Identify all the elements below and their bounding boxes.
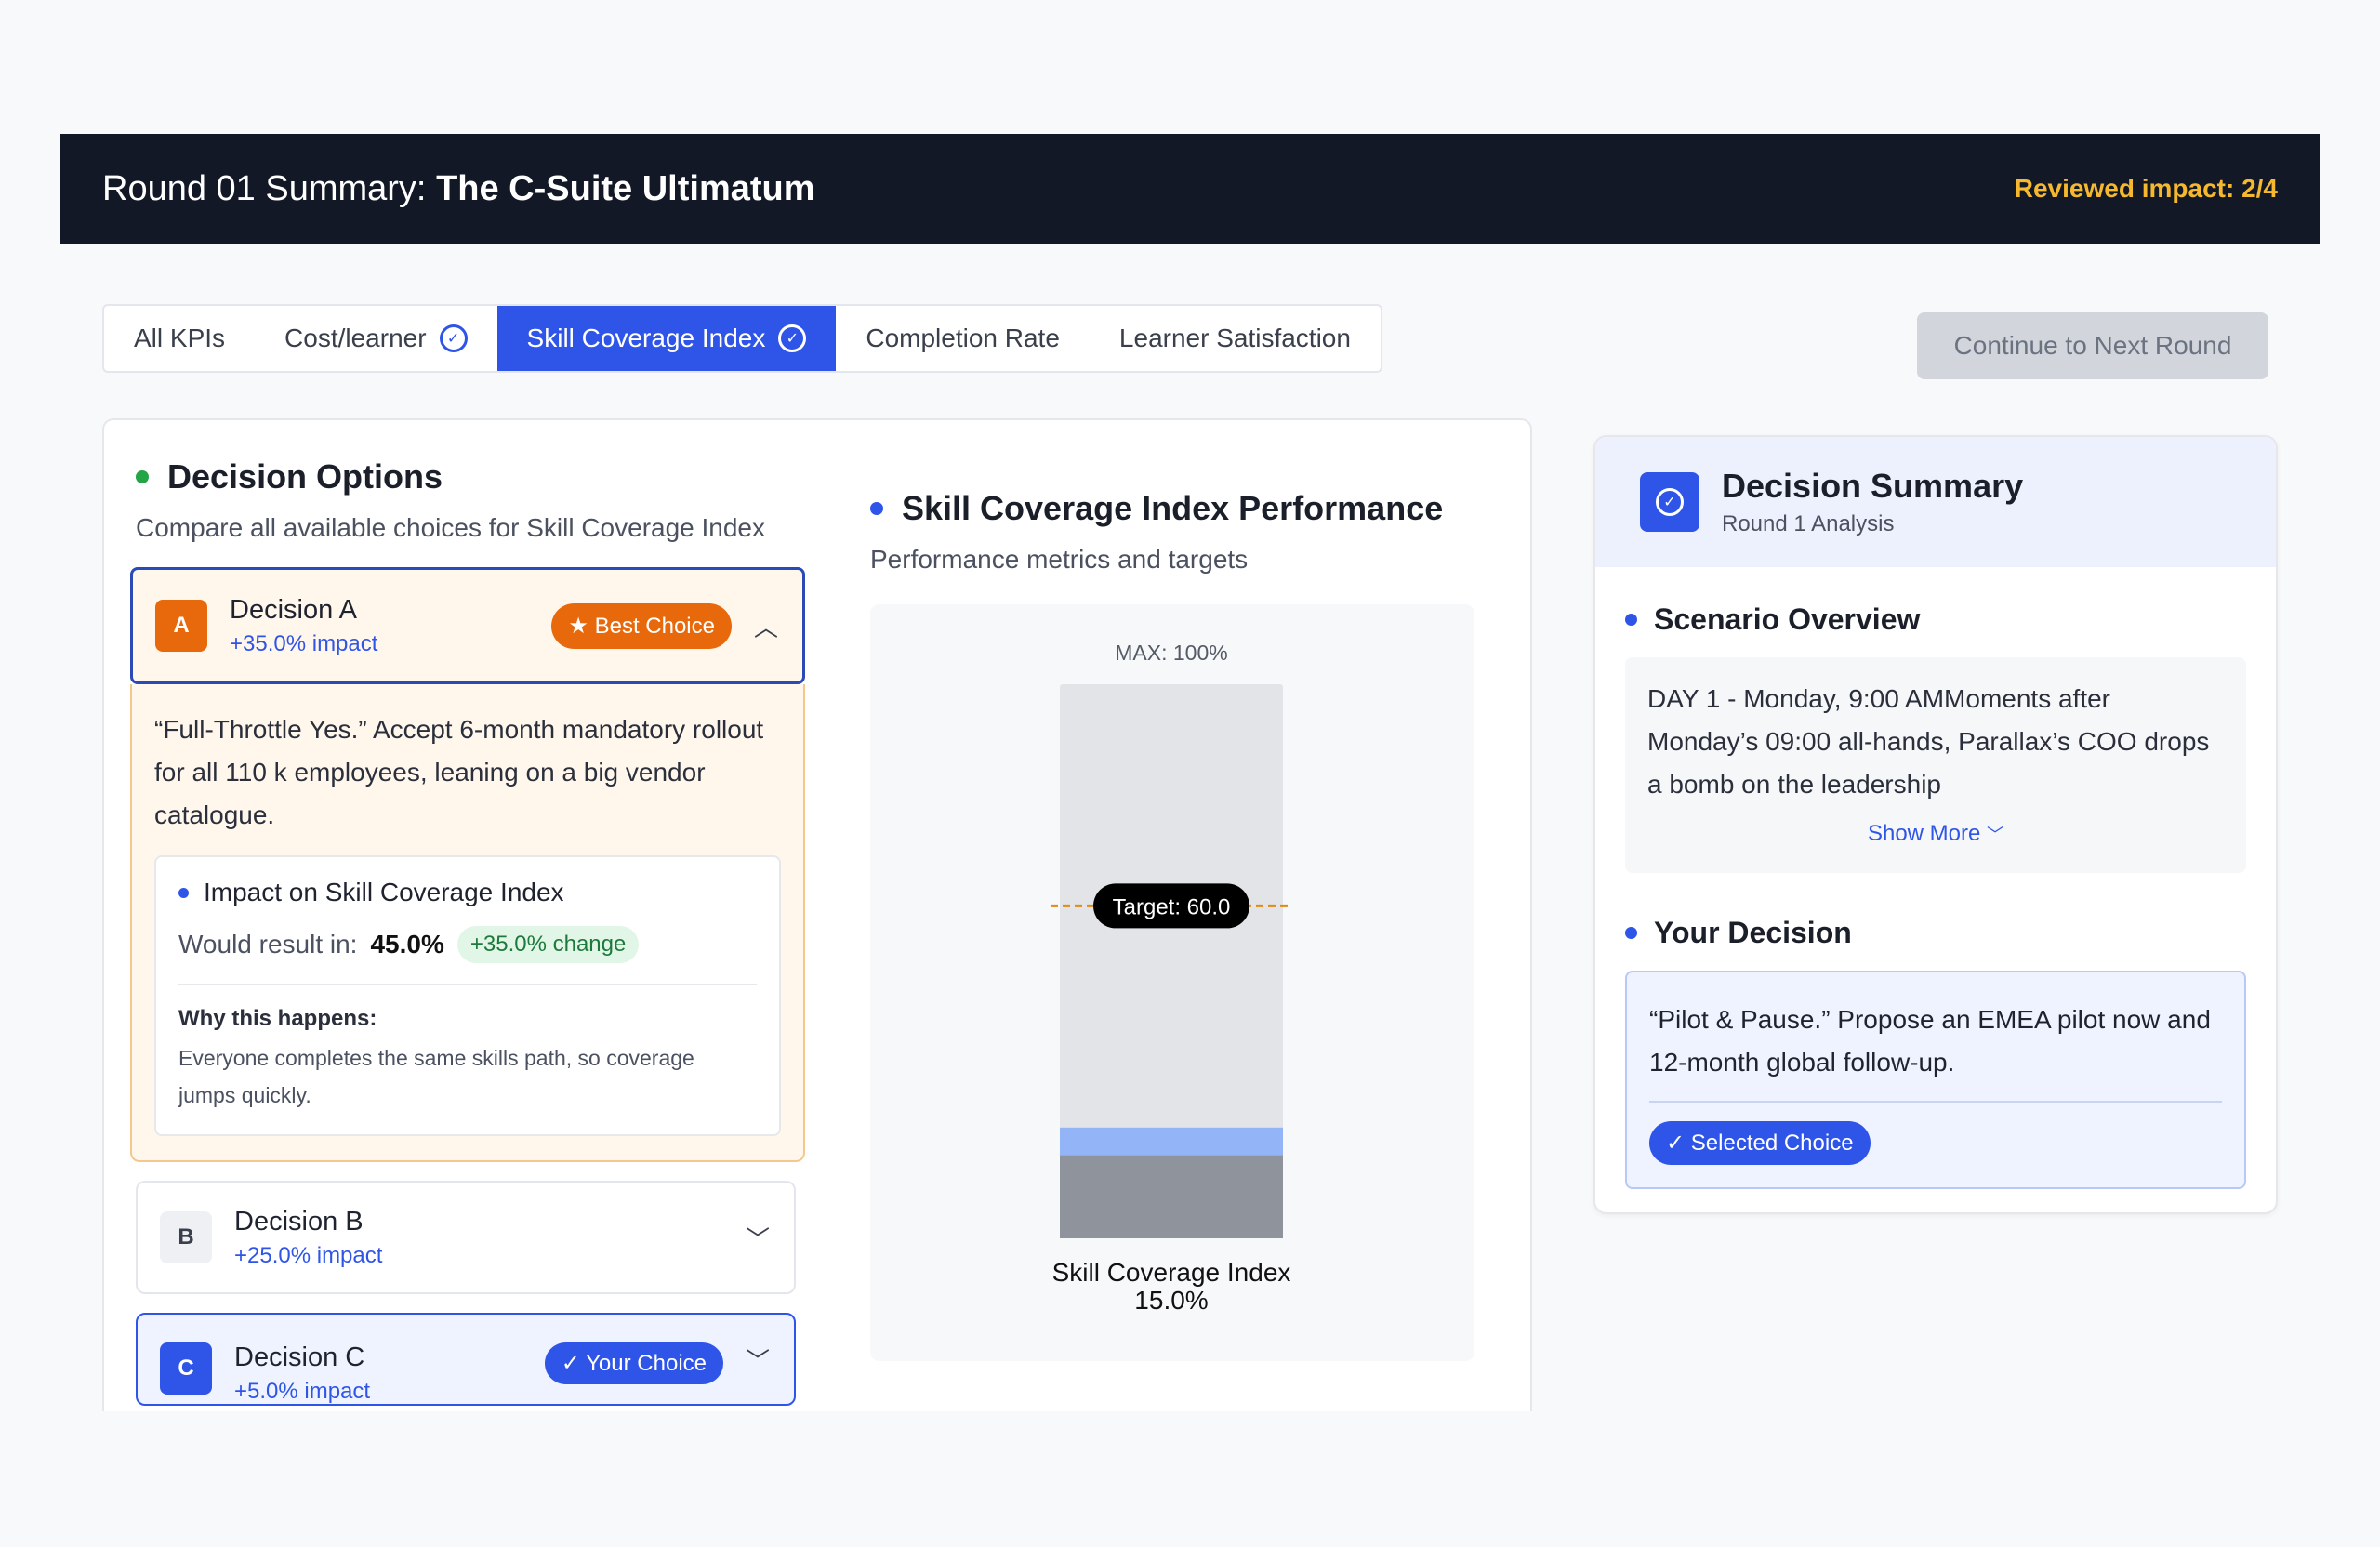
viewport-bottom-background	[0, 1411, 2380, 1547]
tab-completion-rate[interactable]: Completion Rate	[836, 306, 1090, 371]
decision-impact: +35.0% impact	[230, 630, 378, 656]
continue-next-round-button[interactable]: Continue to Next Round	[1917, 312, 2268, 379]
tab-label: Learner Satisfaction	[1118, 324, 1351, 352]
impact-heading: Impact on Skill Coverage Index	[178, 878, 757, 907]
scenario-overview-heading: Scenario Overview	[1625, 602, 2246, 637]
decision-options-column: Decision Options Compare all available c…	[130, 457, 805, 1406]
value-label: 15.0%	[1134, 1286, 1208, 1315]
chevron-down-icon[interactable]: ﹀	[744, 1342, 772, 1377]
chart-area: MAX: 100% Target: 60.0 Skill Coverage Inde…	[870, 604, 1474, 1361]
show-more-link[interactable]: Show More ﹀	[1647, 821, 2224, 847]
your-decision-box: “Pilot & Pause.” Propose an EMEA pilot n…	[1625, 971, 2246, 1189]
chart-heading: Skill Coverage Index Performance	[870, 489, 1502, 528]
would-result-value: 45.0%	[370, 930, 444, 959]
decision-name: Decision A	[230, 594, 358, 625]
bullet-dot-icon	[870, 502, 883, 515]
projected-bar-segment	[1060, 1127, 1283, 1156]
show-more-label: Show More	[1867, 821, 1981, 846]
tab-learner-satisfaction[interactable]: Learner Satisfaction	[1090, 306, 1381, 371]
title-round-name: The C-Suite Ultimatum	[436, 168, 815, 208]
decision-description: “Full-Throttle Yes.” Accept 6-month mand…	[154, 715, 764, 829]
tab-label: Cost/learner	[284, 324, 427, 352]
tab-cost-learner[interactable]: Cost/learner ✓	[255, 306, 497, 371]
decision-card-a[interactable]: A Decision A +35.0% impact ★ Best Choice…	[130, 567, 805, 684]
chevron-up-icon[interactable]: ︿	[752, 609, 780, 643]
divider	[1649, 1101, 2222, 1103]
check-circle-icon: ✓	[439, 324, 468, 352]
section-title: Decision Options	[167, 457, 443, 496]
selected-choice-badge: ✓ Selected Choice	[1649, 1121, 1871, 1165]
best-choice-badge: ★ Best Choice	[551, 602, 732, 649]
bullet-dot-icon	[1625, 614, 1637, 626]
target-label: Target: 60.0	[1113, 894, 1231, 919]
scenario-box: DAY 1 - Monday, 9:00 AMMoments after Mon…	[1625, 657, 2246, 873]
decision-letter-badge: A	[155, 600, 207, 652]
why-title: Why this happens:	[178, 1006, 377, 1031]
decision-letter-badge: C	[160, 1342, 212, 1395]
decision-impact: +5.0% impact	[234, 1379, 371, 1404]
reviewed-impact-counter: Reviewed impact: 2/4	[2014, 174, 2278, 203]
tab-label: All KPIs	[134, 324, 226, 352]
status-dot-icon	[136, 470, 149, 483]
summary-subtitle: Round 1 Analysis	[1722, 511, 1895, 536]
bar-chart: MAX: 100% Target: 60.0 Skill Coverage Inde…	[1051, 641, 1292, 1315]
your-decision-heading: Your Decision	[1625, 916, 2246, 950]
chevron-down-icon: ﹀	[1987, 826, 2004, 844]
chart-max-label: MAX: 100%	[1115, 641, 1227, 665]
round-header: Round 01 Summary: The C-Suite Ultimatum …	[60, 134, 2320, 244]
chart-title: Skill Coverage Index Performance	[902, 489, 1444, 527]
chart-header: Skill Coverage Index Performance Perform…	[870, 489, 1502, 575]
bullet-dot-icon	[1625, 927, 1637, 939]
decision-options-panel: Decision Options Compare all available c…	[102, 418, 1532, 1413]
check-circle-icon: ✓	[1656, 488, 1684, 516]
tab-all-kpis[interactable]: All KPIs	[104, 306, 255, 371]
your-decision-text: “Pilot & Pause.” Propose an EMEA pilot n…	[1649, 1005, 2211, 1077]
decision-name: Decision B	[234, 1206, 364, 1236]
current-value-bar	[1060, 1155, 1283, 1238]
impact-title: Impact on Skill Coverage Index	[204, 878, 564, 906]
bullet-dot-icon	[178, 887, 189, 898]
would-result-label: Would result in:	[178, 930, 358, 959]
change-badge: +35.0% change	[456, 926, 640, 963]
page-title: Round 01 Summary: The C-Suite Ultimatum	[102, 169, 815, 209]
title-prefix: Round 01 Summary:	[102, 168, 437, 208]
tab-label: Completion Rate	[866, 324, 1060, 352]
scenario-text: DAY 1 - Monday, 9:00 AMMoments after Mon…	[1647, 684, 2210, 799]
tab-skill-coverage-index[interactable]: Skill Coverage Index ✓	[496, 306, 837, 371]
decision-name: Decision C	[234, 1342, 365, 1372]
your-decision-title: Your Decision	[1654, 916, 1852, 949]
tab-label: Skill Coverage Index	[526, 324, 766, 352]
decision-impact: +25.0% impact	[234, 1242, 383, 1268]
summary-header: ✓ Decision Summary Round 1 Analysis	[1595, 437, 2276, 567]
decision-options-heading: Decision Options	[136, 457, 805, 496]
decision-card-b[interactable]: B Decision B +25.0% impact ﹀	[136, 1181, 796, 1294]
divider	[178, 984, 757, 985]
chevron-down-icon[interactable]: ﹀	[744, 1221, 772, 1255]
would-result-row: Would result in: 45.0% +35.0% change	[178, 926, 757, 963]
decision-card-c[interactable]: C Decision C +5.0% impact ✓ Your Choice …	[136, 1313, 796, 1406]
chart-subtitle: Performance metrics and targets	[870, 545, 1249, 574]
decision-a-details: “Full-Throttle Yes.” Accept 6-month mand…	[130, 684, 805, 1162]
summary-title: Decision Summary	[1722, 467, 2024, 505]
impact-box: Impact on Skill Coverage Index Would res…	[154, 855, 781, 1136]
your-choice-badge: ✓ Your Choice	[544, 1342, 723, 1384]
category-label: Skill Coverage Index	[1052, 1258, 1291, 1287]
decision-summary-panel: ✓ Decision Summary Round 1 Analysis Scen…	[1593, 435, 2278, 1214]
decision-letter-badge: B	[160, 1211, 212, 1263]
kpi-tabs: All KPIs Cost/learner ✓ Skill Coverage I…	[102, 304, 1382, 373]
summary-icon: ✓	[1640, 472, 1699, 532]
check-circle-icon: ✓	[778, 324, 807, 352]
section-subtitle: Compare all available choices for Skill …	[136, 513, 766, 542]
why-text: Everyone completes the same skills path,…	[178, 1046, 694, 1107]
scenario-title: Scenario Overview	[1654, 602, 1921, 636]
